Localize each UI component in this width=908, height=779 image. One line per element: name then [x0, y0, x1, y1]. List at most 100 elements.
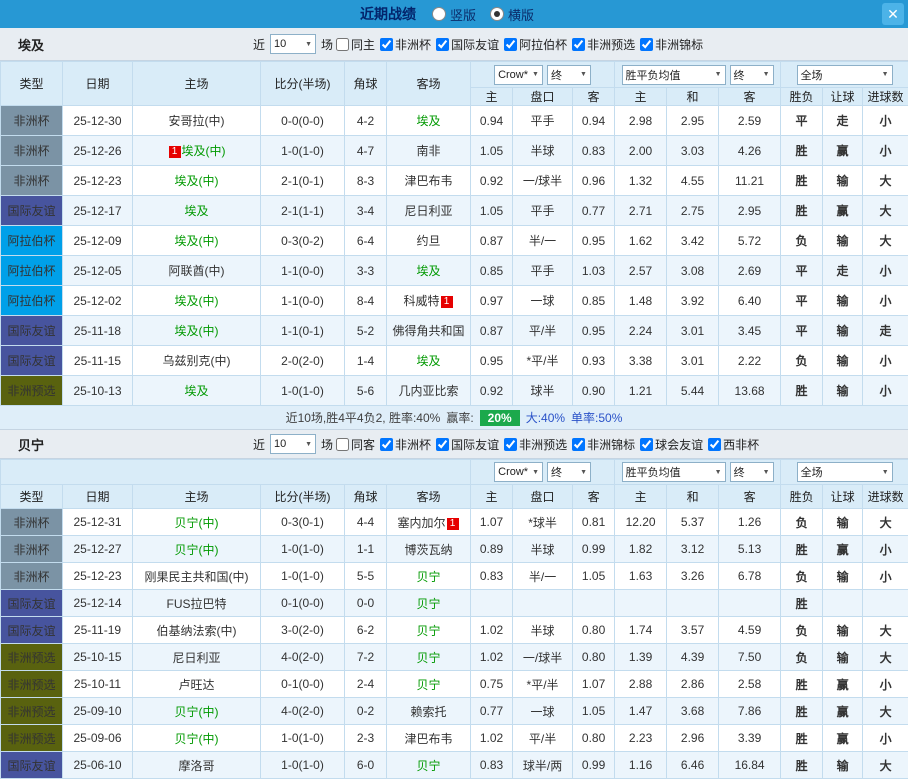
filter-label: 国际友谊	[451, 436, 499, 453]
filter-checkbox[interactable]: 球会友谊	[640, 436, 703, 453]
checkbox[interactable]	[380, 438, 393, 451]
odds-source-select[interactable]: Crow*▼	[494, 65, 543, 85]
score: 1-0(1-0)	[261, 536, 345, 563]
summary-text: 大:40%	[526, 409, 565, 426]
match-date: 25-12-02	[63, 286, 133, 316]
euro-odds-away: 1.26	[719, 509, 781, 536]
recent-count-select[interactable]: 10▼	[270, 34, 316, 54]
asia-handicap: 半球	[513, 536, 573, 563]
header-spacer	[1, 460, 471, 485]
final-select[interactable]: 终▼	[547, 462, 591, 482]
final-select[interactable]: 终▼	[547, 65, 591, 85]
table-row: 非洲杯25-12-23刚果民主共和国(中)1-0(1-0)5-5贝宁0.83半/…	[1, 563, 908, 590]
table-row: 国际友谊25-11-18埃及(中)1-1(0-1)5-2佛得角共和国0.87平/…	[1, 316, 908, 346]
select-value: 终	[734, 67, 745, 83]
team-label: 乌兹别克(中)	[163, 354, 231, 368]
result-handicap: 输	[823, 346, 863, 376]
asia-odds-away: 0.96	[573, 166, 615, 196]
radio-vertical[interactable]: 竖版	[432, 5, 476, 24]
filter-checkbox[interactable]: 国际友谊	[436, 436, 499, 453]
home-team: 摩洛哥	[133, 752, 261, 779]
filter-checkbox[interactable]: 同客	[336, 436, 375, 453]
filter-label: 同客	[351, 436, 375, 453]
checkbox[interactable]	[708, 438, 721, 451]
match-date: 25-11-19	[63, 617, 133, 644]
filter-checkbox[interactable]: 阿拉伯杯	[504, 36, 567, 53]
checkbox[interactable]	[436, 438, 449, 451]
asia-odds-home: 1.02	[471, 725, 513, 752]
select-value: 10	[274, 38, 286, 50]
checkbox[interactable]	[336, 38, 349, 51]
competition-badge: 非洲杯	[1, 509, 63, 536]
checkbox[interactable]	[572, 438, 585, 451]
team-label: 贝宁	[417, 651, 441, 665]
asia-odds-away: 0.99	[573, 536, 615, 563]
competition-badge: 国际友谊	[1, 316, 63, 346]
filter-checkbox[interactable]: 非洲杯	[380, 36, 431, 53]
europe-odds-select[interactable]: 胜平负均值▼	[622, 65, 726, 85]
team-label: 贝宁	[417, 759, 441, 773]
filter-checkbox[interactable]: 同主	[336, 36, 375, 53]
recent-count-select[interactable]: 10▼	[270, 434, 316, 454]
final-select[interactable]: 终▼	[730, 65, 774, 85]
checkbox[interactable]	[436, 38, 449, 51]
titlebar: 近期战绩 竖版 横版 ✕	[0, 0, 908, 28]
chevron-down-icon: ▼	[580, 469, 587, 476]
checkbox[interactable]	[640, 38, 653, 51]
column-header: 客场	[387, 485, 471, 509]
checkbox[interactable]	[336, 438, 349, 451]
asia-handicap: 球半/两	[513, 752, 573, 779]
filter-checkbox[interactable]: 非洲预选	[504, 436, 567, 453]
filter-label: 非洲锦标	[655, 36, 703, 53]
checkbox[interactable]	[504, 38, 517, 51]
competition-badge: 国际友谊	[1, 617, 63, 644]
euro-odds-away: 7.50	[719, 644, 781, 671]
match-date: 25-11-15	[63, 346, 133, 376]
checkbox[interactable]	[504, 438, 517, 451]
result-outcome: 平	[781, 106, 823, 136]
away-team: 约旦	[387, 226, 471, 256]
asia-odds-home: 0.83	[471, 752, 513, 779]
checkbox[interactable]	[640, 438, 653, 451]
away-team: 贝宁	[387, 590, 471, 617]
filter-checkbox[interactable]: 非洲锦标	[640, 36, 703, 53]
result-outcome: 胜	[781, 725, 823, 752]
odds-source-select[interactable]: Crow*▼	[494, 462, 543, 482]
filter-checkbox[interactable]: 非洲杯	[380, 436, 431, 453]
result-outcome: 胜	[781, 671, 823, 698]
home-team: 乌兹别克(中)	[133, 346, 261, 376]
euro-odds-home: 12.20	[615, 509, 667, 536]
checkbox[interactable]	[572, 38, 585, 51]
radio-horizontal[interactable]: 横版	[490, 5, 534, 24]
select-value: Crow*	[498, 69, 528, 81]
team-label: 津巴布韦	[404, 174, 452, 188]
euro-odds-home: 3.38	[615, 346, 667, 376]
euro-odds-draw: 3.92	[667, 286, 719, 316]
home-team: 埃及	[133, 196, 261, 226]
filter-checkbox[interactable]: 西非杯	[708, 436, 759, 453]
score: 4-0(2-0)	[261, 698, 345, 725]
close-icon[interactable]: ✕	[882, 3, 904, 25]
filter-checkbox[interactable]: 国际友谊	[436, 36, 499, 53]
home-team: 贝宁(中)	[133, 725, 261, 752]
column-header: 日期	[63, 485, 133, 509]
table-row: 国际友谊25-11-15乌兹别克(中)2-0(2-0)1-4埃及0.95*平/半…	[1, 346, 908, 376]
team-label: 埃及(中)	[175, 234, 219, 248]
team-label: FUS拉巴特	[166, 597, 226, 611]
asia-odds-away: 1.07	[573, 671, 615, 698]
final-select[interactable]: 终▼	[730, 462, 774, 482]
table-row: 阿拉伯杯25-12-02埃及(中)1-1(0-0)8-4科威特10.97一球0.…	[1, 286, 908, 316]
home-team: 埃及(中)	[133, 166, 261, 196]
checkbox[interactable]	[380, 38, 393, 51]
table-row: 非洲预选25-10-11卢旺达0-1(0-0)2-4贝宁0.75*平/半1.07…	[1, 671, 908, 698]
home-team: 阿联酋(中)	[133, 256, 261, 286]
euro-odds-draw: 4.55	[667, 166, 719, 196]
filter-checkbox[interactable]: 非洲锦标	[572, 436, 635, 453]
europe-odds-group: 胜平负均值▼终▼	[615, 62, 781, 88]
scope-select[interactable]: 全场▼	[797, 65, 893, 85]
asia-odds-away: 0.90	[573, 376, 615, 406]
filter-checkbox[interactable]: 非洲预选	[572, 36, 635, 53]
scope-select[interactable]: 全场▼	[797, 462, 893, 482]
euro-odds-away: 16.84	[719, 752, 781, 779]
europe-odds-select[interactable]: 胜平负均值▼	[622, 462, 726, 482]
